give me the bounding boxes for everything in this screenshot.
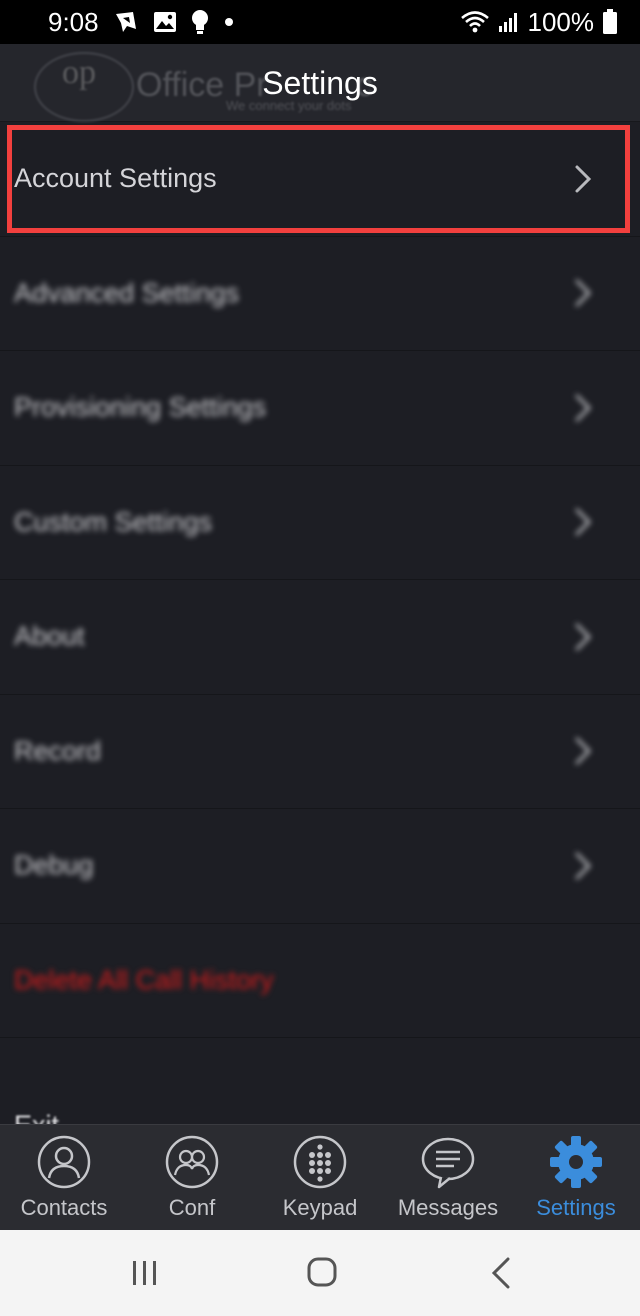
contact-icon (37, 1135, 91, 1189)
settings-item-label: Account Settings (14, 163, 217, 194)
chevron-right-icon (574, 507, 592, 542)
tab-settings[interactable]: Settings (512, 1125, 640, 1231)
app-header: op Office Pr c We connect your dots Setti… (0, 44, 640, 122)
conference-icon (165, 1135, 219, 1189)
tab-label: Messages (397, 1195, 499, 1220)
settings-item-advanced[interactable]: Advanced Settings (0, 237, 640, 351)
bottom-tab-bar: Contacts Conf Keypad Messages Settings (0, 1124, 640, 1230)
chevron-right-icon (574, 622, 592, 657)
notification-dot-icon (223, 16, 235, 28)
tab-label: Contacts (20, 1195, 108, 1220)
settings-item-record[interactable]: Record (0, 695, 640, 809)
settings-item-label: Delete All Call History (14, 964, 274, 995)
status-time: 9:08 (48, 6, 99, 37)
chat-bubble-icon (421, 1135, 475, 1189)
call-app-icon (113, 9, 139, 35)
chevron-right-icon (574, 851, 592, 886)
settings-list: Account Settings Advanced Settings Provi… (0, 122, 640, 1124)
back-button[interactable] (482, 1255, 522, 1291)
chevron-right-icon (574, 393, 592, 428)
status-bar: 9:08 100% (0, 0, 640, 44)
settings-item-exit[interactable]: Exit (0, 1038, 640, 1125)
tab-label: Conf (168, 1195, 216, 1220)
settings-item-label: Advanced Settings (14, 277, 240, 308)
page-title: Settings (262, 65, 378, 101)
settings-item-provisioning[interactable]: Provisioning Settings (0, 351, 640, 466)
tab-keypad[interactable]: Keypad (256, 1125, 384, 1231)
gallery-icon (153, 11, 177, 33)
lightbulb-icon (191, 9, 209, 35)
chevron-right-icon (574, 164, 592, 199)
settings-item-about[interactable]: About (0, 580, 640, 695)
home-button[interactable] (302, 1255, 342, 1291)
settings-item-label: Custom Settings (14, 506, 213, 537)
chevron-right-icon (574, 278, 592, 313)
settings-item-label: Exit (14, 1110, 59, 1125)
gear-icon (549, 1135, 603, 1189)
tab-label: Settings (536, 1195, 616, 1220)
wifi-icon (460, 10, 490, 34)
keypad-icon (293, 1135, 347, 1189)
settings-item-delete-call-history[interactable]: Delete All Call History (0, 924, 640, 1038)
settings-item-label: About (14, 621, 85, 652)
battery-icon (602, 9, 618, 35)
tab-contacts[interactable]: Contacts (0, 1125, 128, 1231)
signal-icon (498, 11, 520, 33)
system-nav-bar (0, 1230, 640, 1316)
tab-label: Keypad (282, 1195, 358, 1220)
settings-item-account[interactable]: Account Settings (0, 122, 640, 237)
settings-item-custom[interactable]: Custom Settings (0, 466, 640, 580)
settings-item-debug[interactable]: Debug (0, 809, 640, 924)
tab-messages[interactable]: Messages (384, 1125, 512, 1231)
battery-percentage: 100% (527, 6, 595, 37)
settings-item-label: Provisioning Settings (14, 392, 267, 423)
settings-item-label: Debug (14, 850, 94, 881)
chevron-right-icon (574, 736, 592, 771)
recent-apps-button[interactable] (125, 1255, 165, 1291)
settings-item-label: Record (14, 735, 102, 766)
tab-conf[interactable]: Conf (128, 1125, 256, 1231)
